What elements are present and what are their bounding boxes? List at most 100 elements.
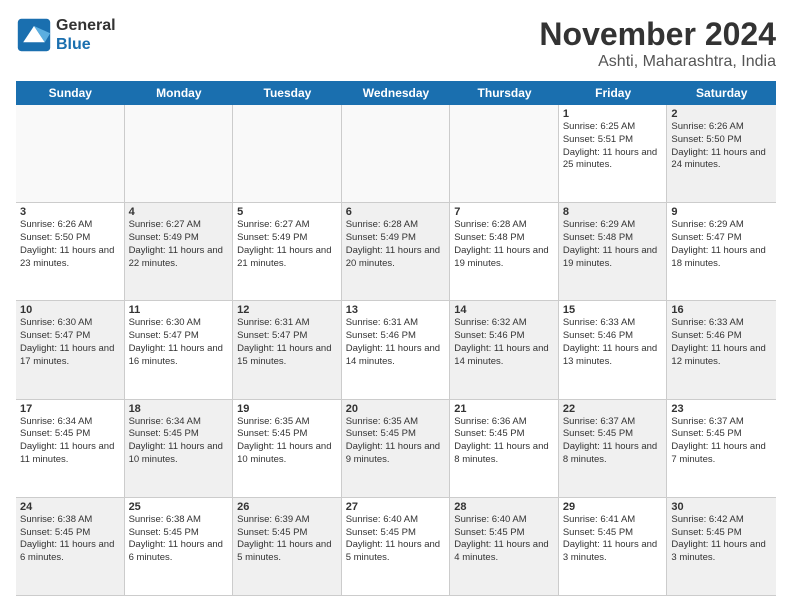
day-info: Sunrise: 6:31 AM Sunset: 5:47 PM Dayligh… — [237, 317, 337, 368]
day-info: Sunrise: 6:34 AM Sunset: 5:45 PM Dayligh… — [129, 416, 229, 467]
day-info: Sunrise: 6:35 AM Sunset: 5:45 PM Dayligh… — [346, 416, 446, 467]
day-number: 1 — [563, 108, 663, 120]
day-number: 19 — [237, 403, 337, 415]
main-title: November 2024 — [539, 16, 776, 53]
day-number: 16 — [671, 304, 772, 316]
day-number: 18 — [129, 403, 229, 415]
calendar-cell: 23Sunrise: 6:37 AM Sunset: 5:45 PM Dayli… — [667, 400, 776, 497]
title-block: November 2024 Ashti, Maharashtra, India — [539, 16, 776, 71]
calendar-header-cell: Friday — [559, 81, 668, 105]
calendar-cell — [450, 105, 559, 202]
logo-line2: Blue — [56, 35, 116, 54]
calendar-cell: 14Sunrise: 6:32 AM Sunset: 5:46 PM Dayli… — [450, 301, 559, 398]
calendar-cell: 12Sunrise: 6:31 AM Sunset: 5:47 PM Dayli… — [233, 301, 342, 398]
calendar-cell: 9Sunrise: 6:29 AM Sunset: 5:47 PM Daylig… — [667, 203, 776, 300]
day-number: 7 — [454, 206, 554, 218]
logo-line1: General — [56, 16, 116, 35]
calendar-cell: 11Sunrise: 6:30 AM Sunset: 5:47 PM Dayli… — [125, 301, 234, 398]
day-info: Sunrise: 6:28 AM Sunset: 5:48 PM Dayligh… — [454, 219, 554, 270]
day-info: Sunrise: 6:26 AM Sunset: 5:50 PM Dayligh… — [671, 121, 772, 172]
calendar-cell: 3Sunrise: 6:26 AM Sunset: 5:50 PM Daylig… — [16, 203, 125, 300]
day-info: Sunrise: 6:27 AM Sunset: 5:49 PM Dayligh… — [237, 219, 337, 270]
day-number: 3 — [20, 206, 120, 218]
calendar-cell: 6Sunrise: 6:28 AM Sunset: 5:49 PM Daylig… — [342, 203, 451, 300]
day-number: 5 — [237, 206, 337, 218]
day-info: Sunrise: 6:38 AM Sunset: 5:45 PM Dayligh… — [129, 514, 229, 565]
day-info: Sunrise: 6:40 AM Sunset: 5:45 PM Dayligh… — [454, 514, 554, 565]
day-number: 6 — [346, 206, 446, 218]
logo: General Blue — [16, 16, 116, 54]
day-info: Sunrise: 6:41 AM Sunset: 5:45 PM Dayligh… — [563, 514, 663, 565]
logo-text: General Blue — [56, 16, 116, 54]
day-info: Sunrise: 6:28 AM Sunset: 5:49 PM Dayligh… — [346, 219, 446, 270]
calendar-cell: 29Sunrise: 6:41 AM Sunset: 5:45 PM Dayli… — [559, 498, 668, 595]
day-number: 25 — [129, 501, 229, 513]
calendar-cell: 2Sunrise: 6:26 AM Sunset: 5:50 PM Daylig… — [667, 105, 776, 202]
calendar-cell: 7Sunrise: 6:28 AM Sunset: 5:48 PM Daylig… — [450, 203, 559, 300]
calendar-cell: 24Sunrise: 6:38 AM Sunset: 5:45 PM Dayli… — [16, 498, 125, 595]
day-info: Sunrise: 6:32 AM Sunset: 5:46 PM Dayligh… — [454, 317, 554, 368]
day-number: 10 — [20, 304, 120, 316]
calendar-header-cell: Wednesday — [342, 81, 451, 105]
day-info: Sunrise: 6:26 AM Sunset: 5:50 PM Dayligh… — [20, 219, 120, 270]
calendar-cell: 20Sunrise: 6:35 AM Sunset: 5:45 PM Dayli… — [342, 400, 451, 497]
calendar-cell: 25Sunrise: 6:38 AM Sunset: 5:45 PM Dayli… — [125, 498, 234, 595]
day-number: 21 — [454, 403, 554, 415]
day-number: 27 — [346, 501, 446, 513]
subtitle: Ashti, Maharashtra, India — [539, 53, 776, 71]
calendar-cell — [125, 105, 234, 202]
calendar-row: 10Sunrise: 6:30 AM Sunset: 5:47 PM Dayli… — [16, 301, 776, 399]
header: General Blue November 2024 Ashti, Mahara… — [16, 16, 776, 71]
day-info: Sunrise: 6:30 AM Sunset: 5:47 PM Dayligh… — [20, 317, 120, 368]
day-number: 26 — [237, 501, 337, 513]
day-info: Sunrise: 6:29 AM Sunset: 5:48 PM Dayligh… — [563, 219, 663, 270]
day-info: Sunrise: 6:27 AM Sunset: 5:49 PM Dayligh… — [129, 219, 229, 270]
day-info: Sunrise: 6:34 AM Sunset: 5:45 PM Dayligh… — [20, 416, 120, 467]
day-number: 13 — [346, 304, 446, 316]
calendar-header-cell: Tuesday — [233, 81, 342, 105]
day-number: 29 — [563, 501, 663, 513]
calendar-cell: 5Sunrise: 6:27 AM Sunset: 5:49 PM Daylig… — [233, 203, 342, 300]
calendar-cell: 18Sunrise: 6:34 AM Sunset: 5:45 PM Dayli… — [125, 400, 234, 497]
calendar-cell: 16Sunrise: 6:33 AM Sunset: 5:46 PM Dayli… — [667, 301, 776, 398]
day-info: Sunrise: 6:33 AM Sunset: 5:46 PM Dayligh… — [563, 317, 663, 368]
day-number: 17 — [20, 403, 120, 415]
day-number: 2 — [671, 108, 772, 120]
day-number: 22 — [563, 403, 663, 415]
calendar-cell: 10Sunrise: 6:30 AM Sunset: 5:47 PM Dayli… — [16, 301, 125, 398]
logo-icon — [16, 17, 52, 53]
day-info: Sunrise: 6:36 AM Sunset: 5:45 PM Dayligh… — [454, 416, 554, 467]
calendar-body: 1Sunrise: 6:25 AM Sunset: 5:51 PM Daylig… — [16, 105, 776, 596]
calendar-cell: 8Sunrise: 6:29 AM Sunset: 5:48 PM Daylig… — [559, 203, 668, 300]
calendar-header-cell: Thursday — [450, 81, 559, 105]
day-number: 9 — [671, 206, 772, 218]
calendar-cell: 19Sunrise: 6:35 AM Sunset: 5:45 PM Dayli… — [233, 400, 342, 497]
day-info: Sunrise: 6:31 AM Sunset: 5:46 PM Dayligh… — [346, 317, 446, 368]
day-number: 14 — [454, 304, 554, 316]
day-info: Sunrise: 6:29 AM Sunset: 5:47 PM Dayligh… — [671, 219, 772, 270]
day-number: 23 — [671, 403, 772, 415]
calendar-cell: 21Sunrise: 6:36 AM Sunset: 5:45 PM Dayli… — [450, 400, 559, 497]
calendar-cell: 28Sunrise: 6:40 AM Sunset: 5:45 PM Dayli… — [450, 498, 559, 595]
calendar-cell: 4Sunrise: 6:27 AM Sunset: 5:49 PM Daylig… — [125, 203, 234, 300]
day-number: 11 — [129, 304, 229, 316]
day-number: 4 — [129, 206, 229, 218]
page: General Blue November 2024 Ashti, Mahara… — [0, 0, 792, 612]
day-info: Sunrise: 6:38 AM Sunset: 5:45 PM Dayligh… — [20, 514, 120, 565]
calendar: SundayMondayTuesdayWednesdayThursdayFrid… — [16, 81, 776, 596]
calendar-header: SundayMondayTuesdayWednesdayThursdayFrid… — [16, 81, 776, 105]
day-info: Sunrise: 6:37 AM Sunset: 5:45 PM Dayligh… — [563, 416, 663, 467]
day-info: Sunrise: 6:33 AM Sunset: 5:46 PM Dayligh… — [671, 317, 772, 368]
day-info: Sunrise: 6:37 AM Sunset: 5:45 PM Dayligh… — [671, 416, 772, 467]
day-number: 20 — [346, 403, 446, 415]
day-info: Sunrise: 6:40 AM Sunset: 5:45 PM Dayligh… — [346, 514, 446, 565]
calendar-row: 3Sunrise: 6:26 AM Sunset: 5:50 PM Daylig… — [16, 203, 776, 301]
day-info: Sunrise: 6:39 AM Sunset: 5:45 PM Dayligh… — [237, 514, 337, 565]
day-info: Sunrise: 6:30 AM Sunset: 5:47 PM Dayligh… — [129, 317, 229, 368]
day-info: Sunrise: 6:25 AM Sunset: 5:51 PM Dayligh… — [563, 121, 663, 172]
calendar-header-cell: Sunday — [16, 81, 125, 105]
day-number: 8 — [563, 206, 663, 218]
calendar-row: 1Sunrise: 6:25 AM Sunset: 5:51 PM Daylig… — [16, 105, 776, 203]
calendar-cell: 1Sunrise: 6:25 AM Sunset: 5:51 PM Daylig… — [559, 105, 668, 202]
calendar-row: 17Sunrise: 6:34 AM Sunset: 5:45 PM Dayli… — [16, 400, 776, 498]
